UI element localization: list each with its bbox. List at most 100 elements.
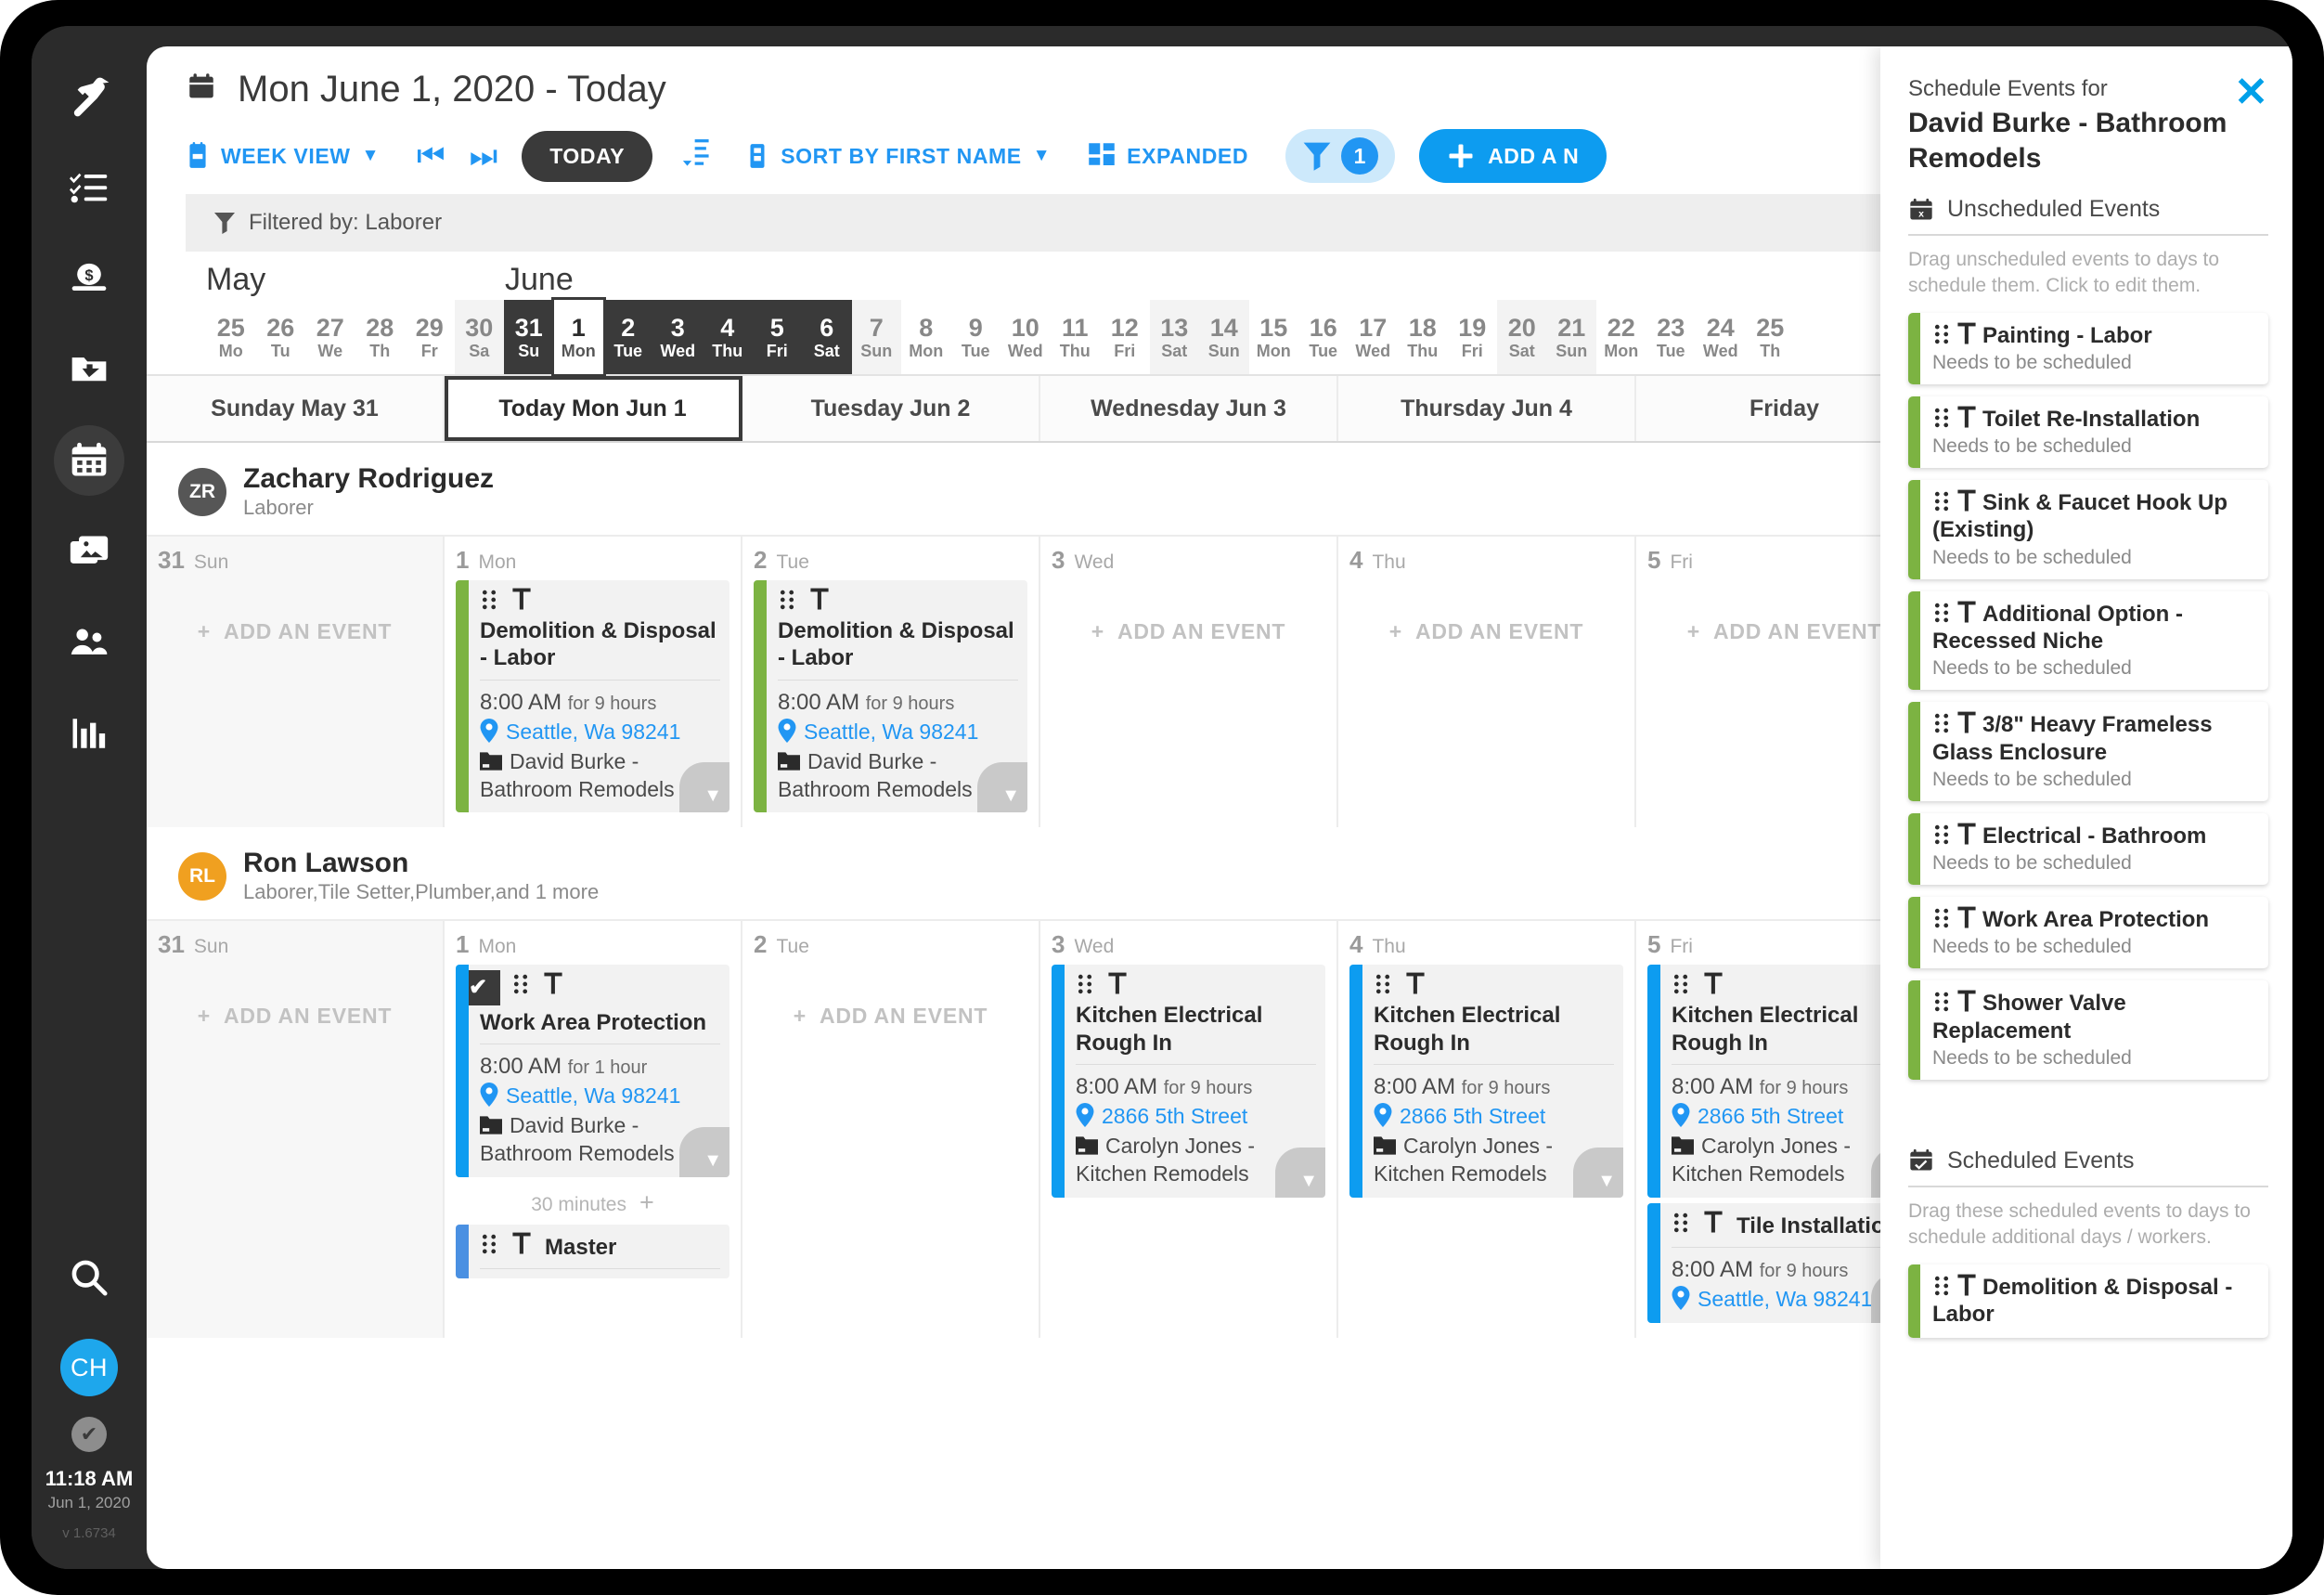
date-cell[interactable]: 7 Sun [851,300,901,374]
date-cell[interactable]: 25 Th [1746,300,1796,374]
unscheduled-event-card[interactable]: Painting - Labor Needs to be scheduled [1908,312,2268,384]
date-cell[interactable]: 31 Su [504,300,554,374]
date-cell[interactable]: 9 Tue [951,300,1001,374]
unscheduled-event-card[interactable]: Demolition & Disposal - Labor [1908,1264,2268,1339]
avatar[interactable]: CH [60,1339,118,1396]
date-cell[interactable]: 4 Thu [703,300,753,374]
unscheduled-event-card[interactable]: Work Area Protection Needs to be schedule… [1908,897,2268,969]
today-button[interactable]: TODAY [522,130,653,182]
date-cell[interactable]: 23 Tue [1646,300,1697,374]
week-view-selector[interactable]: WEEK VIEW ▼ [186,142,380,170]
add-an-event-button[interactable]: + ADD AN EVENT [1349,580,1623,644]
day-cell[interactable]: 1 Mon ✔ Work Area Protection 8:00 AM for 1 h… [445,921,742,1339]
hammer-logo-icon[interactable] [54,61,124,132]
event-location[interactable]: Seattle, Wa 98241 [480,718,720,746]
day-header[interactable]: Tuesday Jun 2 [742,376,1040,441]
next-week-button[interactable]: ⏭ [470,140,498,172]
date-cell[interactable]: 13 Sat [1149,300,1199,374]
day-cell[interactable]: 1 Mon Demolition & Disposal - Labor 8:00 AM… [445,537,742,828]
event-location[interactable]: 2866 5th Street [1374,1103,1614,1131]
date-cell[interactable]: 3 Wed [652,300,703,374]
date-cell[interactable]: 18 Thu [1398,300,1448,374]
date-cell[interactable]: 25 Mo [206,300,256,374]
event-card[interactable]: Demolition & Disposal - Labor 8:00 AM for… [754,580,1027,813]
people-icon[interactable] [54,607,124,678]
date-cell[interactable]: 8 Mon [901,300,951,374]
photos-icon[interactable] [54,516,124,587]
filter-button[interactable]: 1 [1285,129,1396,183]
unscheduled-event-card[interactable]: 3/8" Heavy Frameless Glass Enclosure Need… [1908,702,2268,801]
date-cell[interactable]: 22 Mon [1596,300,1646,374]
day-header[interactable]: Today Mon Jun 1 [445,376,742,441]
event-location[interactable]: Seattle, Wa 98241 [778,718,1018,746]
chevron-down-icon[interactable]: ▼ [1275,1147,1325,1198]
event-location[interactable]: 2866 5th Street [1672,1103,1912,1131]
date-cell[interactable]: 24 Wed [1696,300,1746,374]
day-cell[interactable]: 4 Thu Kitchen Electrical Rough In 8:00 AM f… [1338,921,1636,1339]
date-cell[interactable]: 5 Fri [752,300,802,374]
close-icon[interactable]: ✕ [2234,72,2268,113]
expanded-toggle[interactable]: EXPANDED [1088,142,1248,170]
event-card[interactable]: Kitchen Electrical Rough In 8:00 AM for 9… [1052,965,1325,1198]
day-header[interactable]: Wednesday Jun 3 [1040,376,1338,441]
plus-icon[interactable]: + [639,1188,654,1216]
sort-by-selector[interactable]: SORT BY FIRST NAME ▼ [745,142,1051,170]
prev-week-button[interactable]: ⏮ [417,140,445,172]
search-icon[interactable] [54,1242,124,1313]
date-cell[interactable]: 2 Tue [603,300,653,374]
date-cell[interactable]: 28 Th [355,300,406,374]
chevron-down-icon[interactable]: ▼ [977,762,1027,813]
chevron-down-icon[interactable]: ▼ [1573,1147,1623,1198]
event-card[interactable]: Kitchen Electrical Rough In 8:00 AM for 9… [1349,965,1623,1198]
chevron-down-icon[interactable]: ▼ [679,762,729,813]
event-card[interactable]: ✔ Work Area Protection 8:00 AM for 1 hour S… [456,965,729,1178]
date-cell[interactable]: 15 Mon [1249,300,1299,374]
chart-icon[interactable] [54,698,124,769]
event-location[interactable]: Seattle, Wa 98241 [480,1083,720,1110]
date-cell[interactable]: 16 Tue [1298,300,1349,374]
date-cell[interactable]: 29 Fr [405,300,455,374]
add-an-event-button[interactable]: + ADD AN EVENT [1052,580,1325,644]
add-an-event-button[interactable]: + ADD AN EVENT [158,965,432,1029]
add-an-event-button[interactable]: + ADD AN EVENT [754,965,1027,1029]
add-duration-row[interactable]: 30 minutes + [456,1183,729,1225]
date-cell[interactable]: 27 We [305,300,355,374]
event-location[interactable]: 2866 5th Street [1076,1103,1316,1131]
date-cell[interactable]: 14 Sun [1199,300,1249,374]
day-cell[interactable]: 31 Sun + ADD AN EVENT [147,921,445,1339]
add-event-button[interactable]: ADD A N [1419,129,1607,183]
date-cell[interactable]: 26 Tu [256,300,306,374]
date-cell[interactable]: 30 Sa [454,300,504,374]
unscheduled-event-card[interactable]: Electrical - Bathroom Needs to be schedul… [1908,812,2268,886]
date-cell[interactable]: 17 Wed [1349,300,1399,374]
folder-arrow-icon[interactable] [54,334,124,405]
date-cell[interactable]: 12 Fri [1100,300,1150,374]
day-cell[interactable]: 31 Sun + ADD AN EVENT [147,537,445,828]
chevron-down-icon[interactable]: ▼ [679,1127,729,1178]
sort-order-icon[interactable] [680,136,712,176]
unscheduled-event-card[interactable]: Toilet Re-Installation Needs to be schedu… [1908,396,2268,469]
day-cell[interactable]: 2 Tue Demolition & Disposal - Labor 8:00 AM… [742,537,1040,828]
date-cell[interactable]: 19 Fri [1448,300,1498,374]
money-icon[interactable]: $ [54,243,124,314]
day-header[interactable]: Thursday Jun 4 [1338,376,1636,441]
date-cell[interactable]: 21 Sun [1546,300,1596,374]
event-card[interactable]: Master [456,1225,729,1279]
day-cell[interactable]: 3 Wed Kitchen Electrical Rough In 8:00 AM f… [1040,921,1338,1339]
unscheduled-event-card[interactable]: Sink & Faucet Hook Up (Existing) Needs to… [1908,480,2268,579]
day-header[interactable]: Sunday May 31 [147,376,445,441]
day-cell[interactable]: 2 Tue + ADD AN EVENT [742,921,1040,1339]
unscheduled-event-card[interactable]: Shower Valve Replacement Needs to be sche… [1908,980,2268,1080]
date-cell[interactable]: 10 Wed [1001,300,1051,374]
date-cell[interactable]: 6 Sat [802,300,852,374]
date-cell[interactable]: 20 Sat [1497,300,1547,374]
date-cell[interactable]: 1 Mon [550,297,606,377]
day-cell[interactable]: 4 Thu + ADD AN EVENT [1338,537,1636,828]
unscheduled-event-card[interactable]: Additional Option - Recessed Niche Needs … [1908,590,2268,691]
event-card[interactable]: Demolition & Disposal - Labor 8:00 AM for… [456,580,729,813]
calendar-icon[interactable] [54,425,124,496]
checklist-icon[interactable] [54,152,124,223]
date-cell[interactable]: 11 Thu [1051,300,1101,374]
add-an-event-button[interactable]: + ADD AN EVENT [158,580,432,644]
day-cell[interactable]: 3 Wed + ADD AN EVENT [1040,537,1338,828]
